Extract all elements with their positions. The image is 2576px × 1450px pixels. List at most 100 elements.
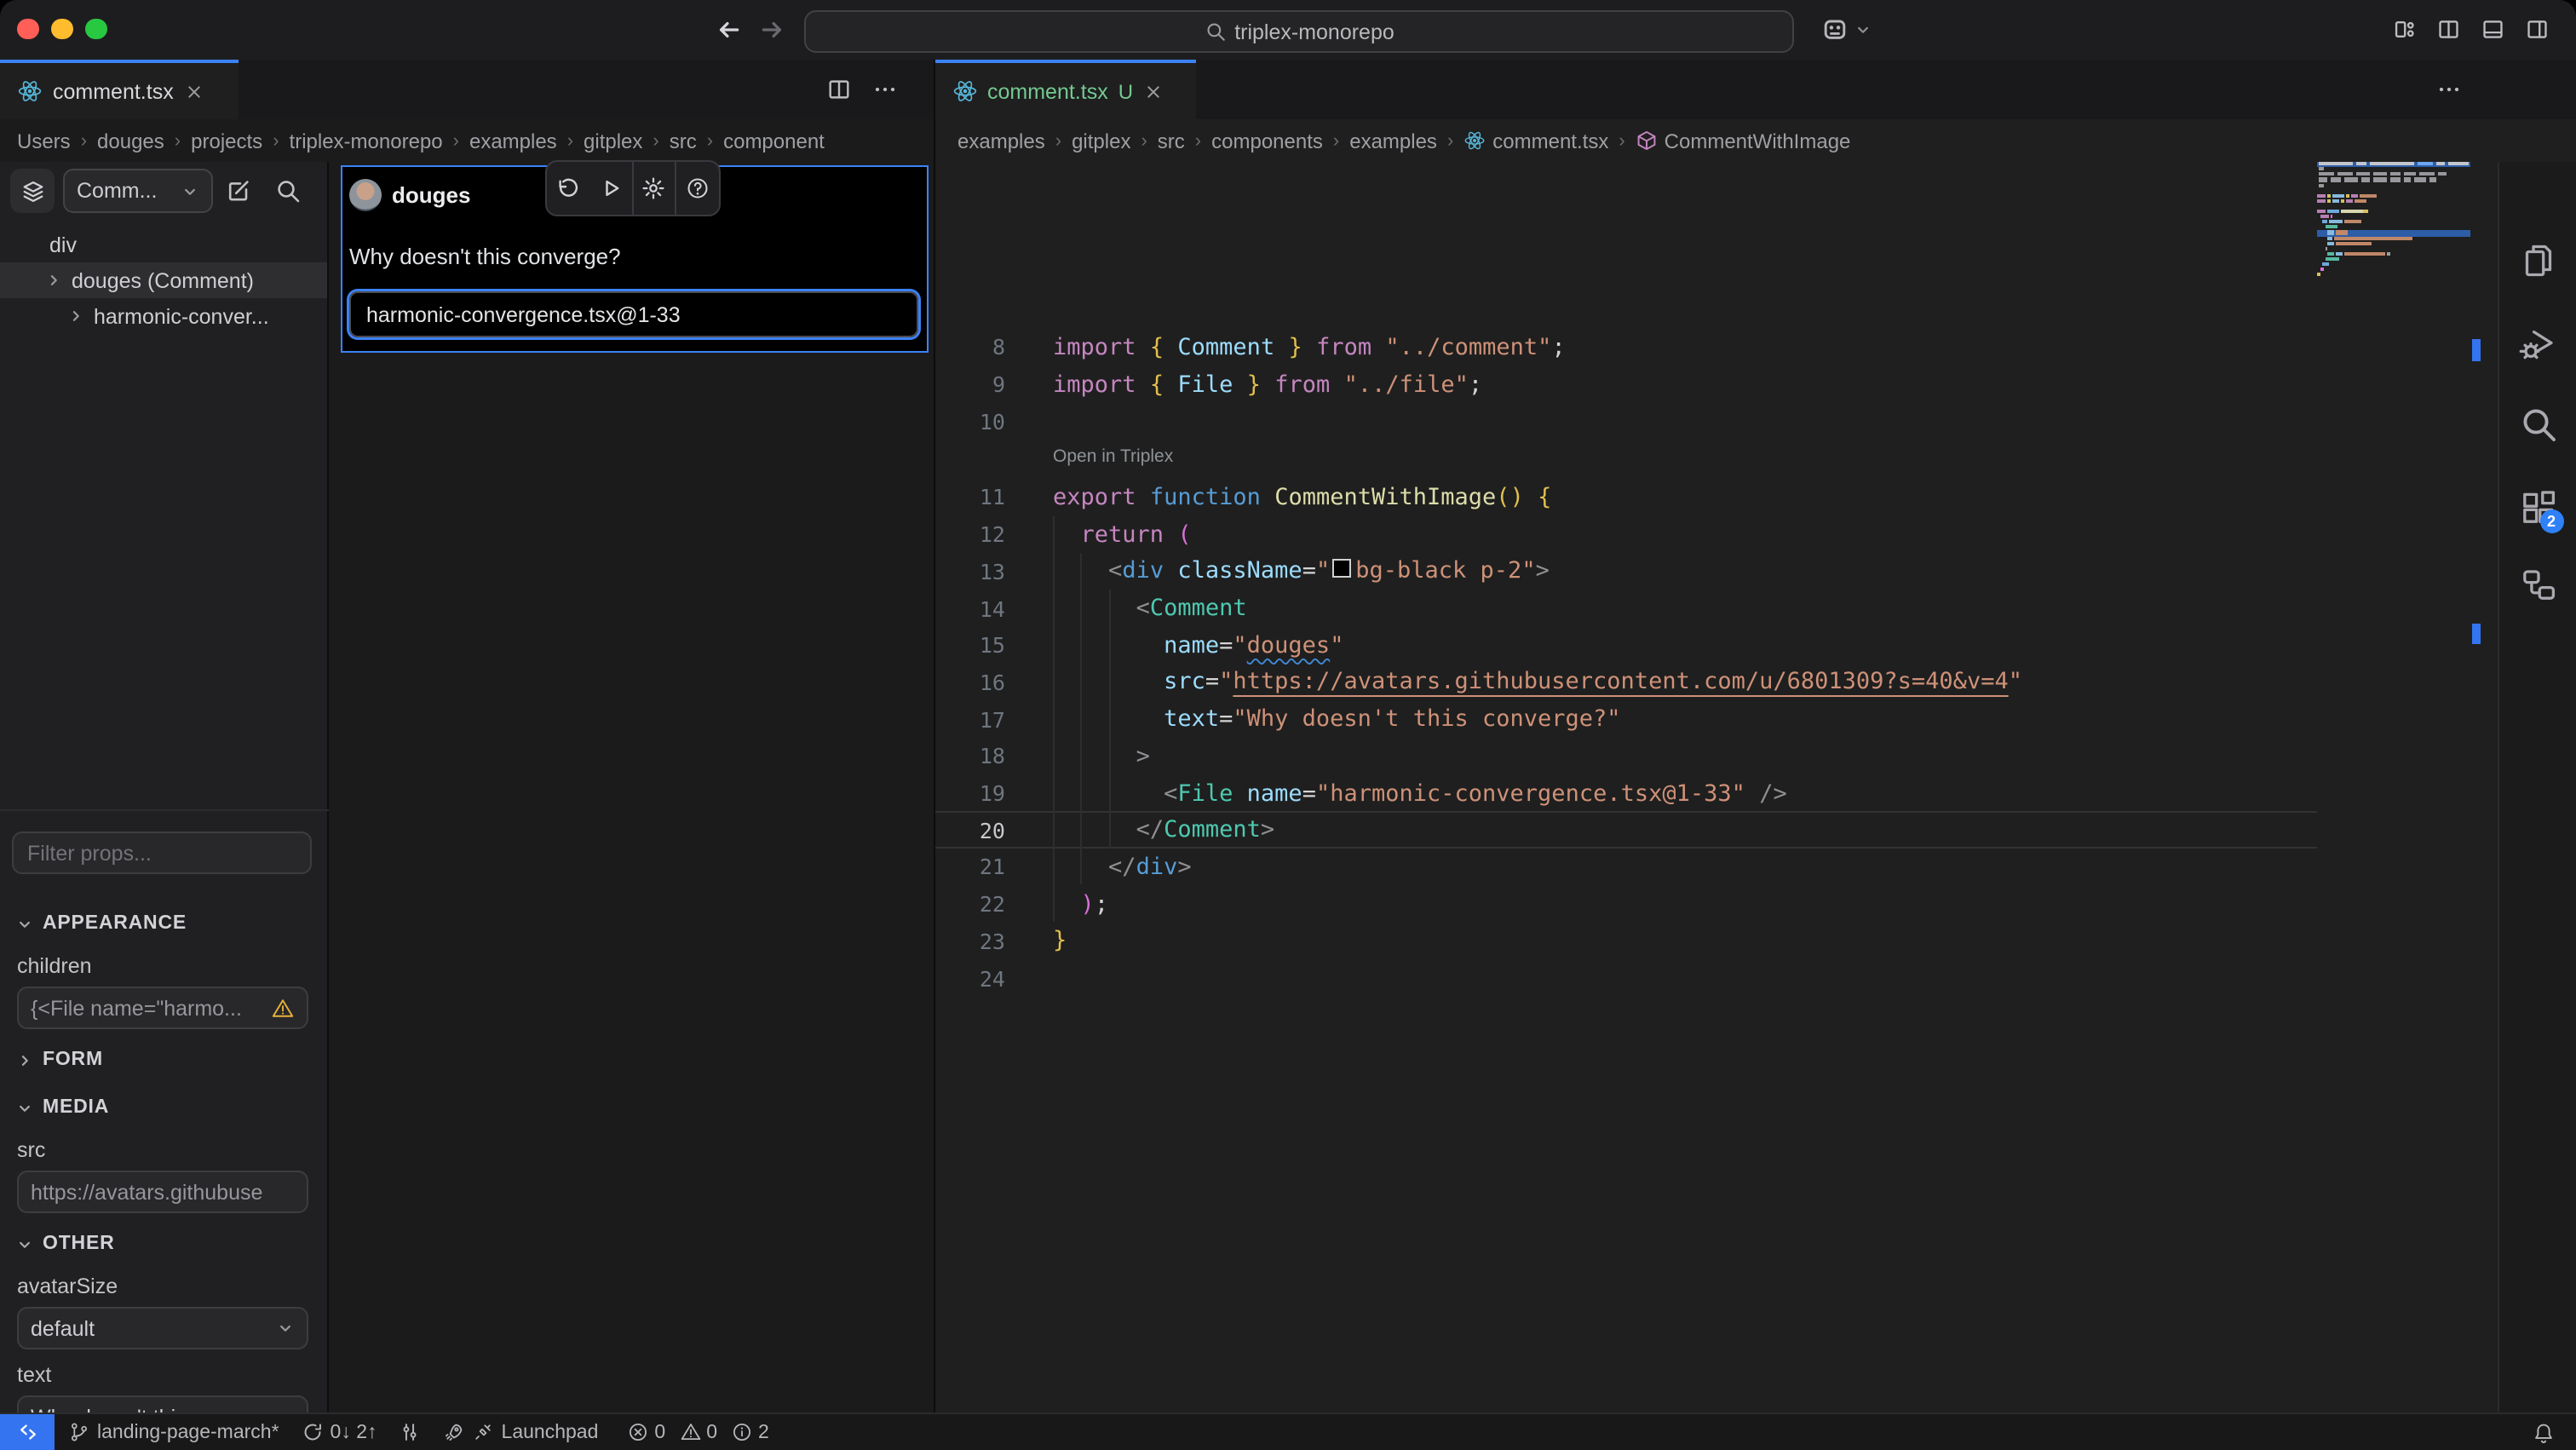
code-line-22[interactable]: 22 );	[935, 886, 2496, 923]
section-header-appearance[interactable]: APPEARANCE	[0, 906, 329, 941]
breadcrumb-item[interactable]: component	[723, 129, 825, 152]
split-v-icon[interactable]	[2436, 17, 2461, 42]
code-editor[interactable]: 8import { Comment } from "../comment";9i…	[934, 162, 2496, 1413]
code-line-16[interactable]: 16 src="https://avatars.githubuserconten…	[935, 664, 2496, 700]
breadcrumb-item[interactable]: projects	[191, 129, 262, 152]
sync-counts: 0↓ 2↑	[331, 1422, 377, 1442]
file-chip-label: harmonic-convergence.tsx@1-33	[366, 302, 681, 326]
search-icon[interactable]	[2517, 404, 2558, 445]
files-icon[interactable]	[2517, 240, 2558, 281]
code-line-9[interactable]: 9import { File } from "../file";	[935, 365, 2496, 402]
close-icon[interactable]	[184, 81, 204, 101]
layout-dots-icon[interactable]	[2392, 17, 2417, 42]
prop-label-text: text	[0, 1363, 329, 1390]
search-icon[interactable]	[274, 177, 302, 204]
file-chip-element[interactable]: harmonic-convergence.tsx@1-33	[349, 291, 918, 337]
line-number: 15	[944, 632, 1005, 658]
sliders-item[interactable]	[400, 1421, 422, 1443]
more-actions-icon[interactable]	[872, 77, 898, 102]
chevron-down-icon	[1854, 20, 1872, 38]
help-button[interactable]	[677, 162, 720, 215]
breadcrumb-item[interactable]: src	[1158, 129, 1185, 152]
hierarchy-icon[interactable]	[2517, 564, 2558, 605]
section-header-media[interactable]: MEDIA	[0, 1090, 329, 1125]
robot-icon	[1820, 14, 1850, 44]
line-number: 16	[944, 670, 1005, 695]
breadcrumb-item[interactable]: src	[670, 129, 697, 152]
minimap[interactable]	[2317, 162, 2470, 1413]
layers-button[interactable]	[10, 169, 55, 213]
bell-icon[interactable]	[2532, 1420, 2556, 1444]
filter-props-input[interactable]	[12, 831, 312, 874]
maximize-window-button[interactable]	[85, 18, 106, 39]
close-window-button[interactable]	[17, 18, 38, 39]
code-line-24[interactable]: 24	[935, 959, 2496, 996]
left-pane-tab-comment[interactable]: comment.tsx	[0, 60, 239, 119]
code-line-21[interactable]: 21 </div>	[935, 849, 2496, 885]
breadcrumb-item[interactable]: comment.tsx	[1463, 129, 1608, 152]
problems-item[interactable]: 0 0 2	[627, 1421, 777, 1443]
edit-icon[interactable]	[225, 177, 252, 204]
breadcrumb-item[interactable]: CommentWithImage	[1636, 129, 1851, 152]
settings-button[interactable]	[633, 162, 676, 215]
code-line-17[interactable]: 17 text="Why doesn't this converge?"	[935, 701, 2496, 738]
play-button[interactable]	[589, 162, 632, 215]
split-h-icon[interactable]	[2481, 17, 2505, 42]
panel-right-icon[interactable]	[2525, 17, 2550, 42]
breadcrumb-item[interactable]: douges	[97, 129, 164, 152]
code-line-18[interactable]: 18 >	[935, 738, 2496, 774]
tree-item-harmonic-conver-[interactable]: harmonic-conver...	[0, 298, 327, 334]
line-number: 9	[944, 371, 1005, 397]
code-line-23[interactable]: 23}	[935, 923, 2496, 959]
breadcrumb-item[interactable]: examples	[1349, 129, 1437, 152]
line-number: 23	[944, 929, 1005, 954]
breadcrumb-item[interactable]: components	[1211, 129, 1323, 152]
code-line-8[interactable]: 8import { Comment } from "../comment";	[935, 329, 2496, 365]
close-icon[interactable]	[1143, 81, 1164, 101]
minimize-window-button[interactable]	[51, 18, 72, 39]
code-line-12[interactable]: 12 return (	[935, 516, 2496, 553]
back-icon[interactable]	[714, 15, 743, 44]
remote-indicator[interactable]	[0, 1414, 55, 1450]
more-actions-icon[interactable]	[2436, 77, 2462, 102]
git-status-badge: U	[1118, 79, 1133, 103]
chev-right-icon[interactable]	[44, 271, 63, 290]
code-line-14[interactable]: 14 <Comment	[935, 590, 2496, 626]
section-header-form[interactable]: FORM	[0, 1043, 329, 1077]
breadcrumb-item[interactable]: examples	[957, 129, 1045, 152]
forward-icon[interactable]	[758, 15, 787, 44]
launchpad-item[interactable]: Launchpad	[444, 1421, 599, 1443]
code-line-13[interactable]: 13 <div className="bg-black p-2">	[935, 553, 2496, 590]
window-title-bar: triplex-monorepo	[0, 0, 2576, 60]
preview-canvas[interactable]: douges Why doesn't this converge? harmon…	[329, 162, 934, 1413]
code-line-11[interactable]: 11export function CommentWithImage() {	[935, 479, 2496, 515]
git-sync-item[interactable]: 0↓ 2↑	[302, 1421, 377, 1443]
code-line-10[interactable]: 10	[935, 403, 2496, 440]
breadcrumb-separator: ›	[1195, 130, 1201, 151]
prop-label-avatarsize: avatarSize	[0, 1275, 329, 1302]
component-select[interactable]: Comm...	[63, 169, 213, 213]
editor-tab-comment[interactable]: comment.tsx U	[934, 60, 1195, 119]
breadcrumb-item[interactable]: examples	[469, 129, 557, 152]
breadcrumb-item[interactable]: Users	[17, 129, 71, 152]
profile-menu-button[interactable]	[1820, 14, 1872, 44]
chev-right-icon[interactable]	[66, 307, 85, 325]
codelens-open-in-triplex[interactable]: Open in Triplex	[1053, 446, 1173, 467]
prop-select-avatarsize[interactable]: default	[17, 1307, 308, 1349]
minimap-row	[2317, 236, 2470, 239]
code-line-15[interactable]: 15 name="douges"	[935, 627, 2496, 664]
git-branch-item[interactable]: landing-page-march*	[68, 1421, 279, 1443]
prop-input-src[interactable]: https://avatars.githubuse	[17, 1171, 308, 1213]
split-editor-icon[interactable]	[826, 77, 852, 102]
section-header-other[interactable]: OTHER	[0, 1227, 329, 1261]
debug-icon[interactable]	[2517, 324, 2558, 365]
breadcrumb-item[interactable]: gitplex	[584, 129, 642, 152]
tree-item-douges-comment-[interactable]: douges (Comment)	[0, 262, 327, 298]
prop-input-children[interactable]: {<File name="harmo...	[17, 987, 308, 1029]
tree-item-div[interactable]: div	[0, 227, 327, 262]
breadcrumb-item[interactable]: gitplex	[1072, 129, 1130, 152]
breadcrumb-item[interactable]: triplex-monorepo	[290, 129, 443, 152]
code-line-19[interactable]: 19 <File name="harmonic-convergence.tsx@…	[935, 774, 2496, 811]
search-address-bar[interactable]: triplex-monorepo	[804, 10, 1794, 53]
undo-button[interactable]	[547, 162, 589, 215]
